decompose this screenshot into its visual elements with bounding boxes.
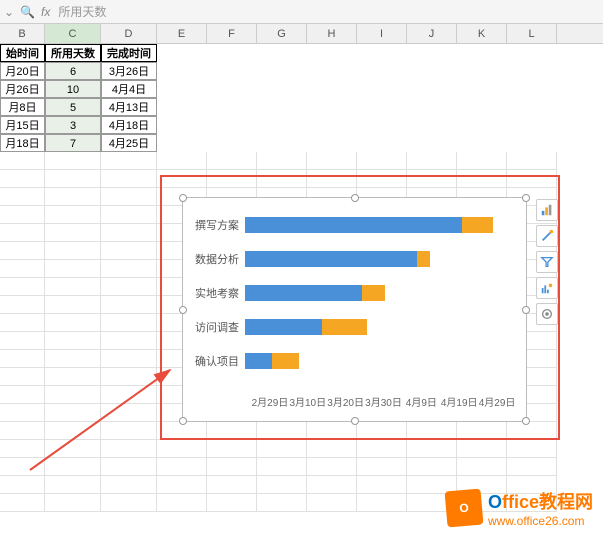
watermark-text: Office教程网 www.office26.com xyxy=(488,488,593,528)
empty-row xyxy=(0,152,603,170)
x-tick: 4月29日 xyxy=(478,394,516,409)
table-row: 月20日 6 3月26日 xyxy=(0,62,603,80)
cell[interactable]: 4月25日 xyxy=(101,134,157,152)
bar-track xyxy=(245,319,516,335)
col-header-d[interactable]: D xyxy=(101,24,157,43)
table-row: 月26日 10 4月4日 xyxy=(0,80,603,98)
resize-handle[interactable] xyxy=(522,194,530,202)
watermark: O Office教程网 www.office26.com xyxy=(446,488,593,528)
chart-object[interactable]: 撰写方案 数据分析 实地考察 xyxy=(182,197,527,422)
table-row: 月18日 7 4月25日 xyxy=(0,134,603,152)
x-tick: 2月29日 xyxy=(251,394,289,409)
x-tick: 3月10日 xyxy=(289,394,327,409)
resize-handle[interactable] xyxy=(179,417,187,425)
cell[interactable]: 4月18日 xyxy=(101,116,157,134)
empty-row xyxy=(0,458,603,476)
chart-filter-button[interactable] xyxy=(536,251,558,273)
fx-icon[interactable]: fx xyxy=(41,5,50,19)
col-header-j[interactable]: J xyxy=(407,24,457,43)
bar-segment-2[interactable] xyxy=(272,353,299,369)
bar-row: 确认项目 xyxy=(193,344,516,378)
col-header-h[interactable]: H xyxy=(307,24,357,43)
category-label: 数据分析 xyxy=(193,251,245,267)
col-header-k[interactable]: K xyxy=(457,24,507,43)
search-icon[interactable]: 🔍 xyxy=(20,5,35,19)
bar-segment-1[interactable] xyxy=(245,285,362,301)
chart-annotation-box: 撰写方案 数据分析 实地考察 xyxy=(160,175,560,440)
bar-segment-1[interactable] xyxy=(245,217,462,233)
cell[interactable]: 4月13日 xyxy=(101,98,157,116)
chart-settings-button[interactable] xyxy=(536,303,558,325)
resize-handle[interactable] xyxy=(179,194,187,202)
column-headers: B C D E F G H I J K L xyxy=(0,24,603,44)
category-label: 访问调查 xyxy=(193,319,245,335)
resize-handle[interactable] xyxy=(522,417,530,425)
x-tick: 3月30日 xyxy=(365,394,403,409)
header-days[interactable]: 所用天数 xyxy=(45,44,101,62)
bar-segment-2[interactable] xyxy=(417,251,431,267)
table-row: 月15日 3 4月18日 xyxy=(0,116,603,134)
col-header-f[interactable]: F xyxy=(207,24,257,43)
chart-tools xyxy=(536,199,562,325)
cell[interactable]: 5 xyxy=(45,98,101,116)
watermark-url: www.office26.com xyxy=(488,514,593,528)
chart-type-button[interactable] xyxy=(536,277,558,299)
formula-input[interactable] xyxy=(56,3,599,21)
x-tick: 4月9日 xyxy=(402,394,440,409)
cell[interactable]: 7 xyxy=(45,134,101,152)
cell[interactable]: 6 xyxy=(45,62,101,80)
dropdown-icon[interactable]: ⌄ xyxy=(4,5,14,19)
bar-segment-2[interactable] xyxy=(362,285,384,301)
col-header-e[interactable]: E xyxy=(157,24,207,43)
bar-row: 撰写方案 xyxy=(193,208,516,242)
bar-track xyxy=(245,285,516,301)
watermark-title: Office教程网 xyxy=(488,488,593,514)
x-tick: 4月19日 xyxy=(440,394,478,409)
bar-segment-1[interactable] xyxy=(245,353,272,369)
bar-row: 实地考察 xyxy=(193,276,516,310)
col-header-l[interactable]: L xyxy=(507,24,557,43)
chart-elements-button[interactable] xyxy=(536,199,558,221)
table-row: 月8日 5 4月13日 xyxy=(0,98,603,116)
bar-track xyxy=(245,251,516,267)
chart-style-button[interactable] xyxy=(536,225,558,247)
resize-handle[interactable] xyxy=(351,194,359,202)
bar-segment-1[interactable] xyxy=(245,319,322,335)
formula-bar: ⌄ 🔍 fx xyxy=(0,0,603,24)
cell[interactable]: 3月26日 xyxy=(101,62,157,80)
bar-segment-1[interactable] xyxy=(245,251,417,267)
resize-handle[interactable] xyxy=(179,306,187,314)
bar-track xyxy=(245,217,516,233)
cell[interactable]: 3 xyxy=(45,116,101,134)
cell[interactable]: 月15日 xyxy=(0,116,45,134)
category-label: 确认项目 xyxy=(193,353,245,369)
resize-handle[interactable] xyxy=(351,417,359,425)
table-header: 始时间 所用天数 完成时间 xyxy=(0,44,603,62)
cell[interactable]: 月18日 xyxy=(0,134,45,152)
x-axis: 2月29日 3月10日 3月20日 3月30日 4月9日 4月19日 4月29日 xyxy=(251,394,516,409)
col-header-g[interactable]: G xyxy=(257,24,307,43)
header-start[interactable]: 始时间 xyxy=(0,44,45,62)
col-header-i[interactable]: I xyxy=(357,24,407,43)
plot-area[interactable]: 撰写方案 数据分析 实地考察 xyxy=(193,208,516,391)
bar-segment-2[interactable] xyxy=(322,319,367,335)
col-header-c[interactable]: C xyxy=(45,24,101,43)
header-end[interactable]: 完成时间 xyxy=(101,44,157,62)
category-label: 实地考察 xyxy=(193,285,245,301)
bar-row: 访问调查 xyxy=(193,310,516,344)
cell[interactable]: 10 xyxy=(45,80,101,98)
empty-row xyxy=(0,440,603,458)
category-label: 撰写方案 xyxy=(193,217,245,233)
bar-row: 数据分析 xyxy=(193,242,516,276)
resize-handle[interactable] xyxy=(522,306,530,314)
watermark-logo-icon: O xyxy=(444,488,483,527)
bar-track xyxy=(245,353,516,369)
x-tick: 3月20日 xyxy=(327,394,365,409)
bar-segment-2[interactable] xyxy=(462,217,493,233)
cell[interactable]: 4月4日 xyxy=(101,80,157,98)
cell[interactable]: 月8日 xyxy=(0,98,45,116)
cell[interactable]: 月26日 xyxy=(0,80,45,98)
col-header-b[interactable]: B xyxy=(0,24,45,43)
cell[interactable]: 月20日 xyxy=(0,62,45,80)
